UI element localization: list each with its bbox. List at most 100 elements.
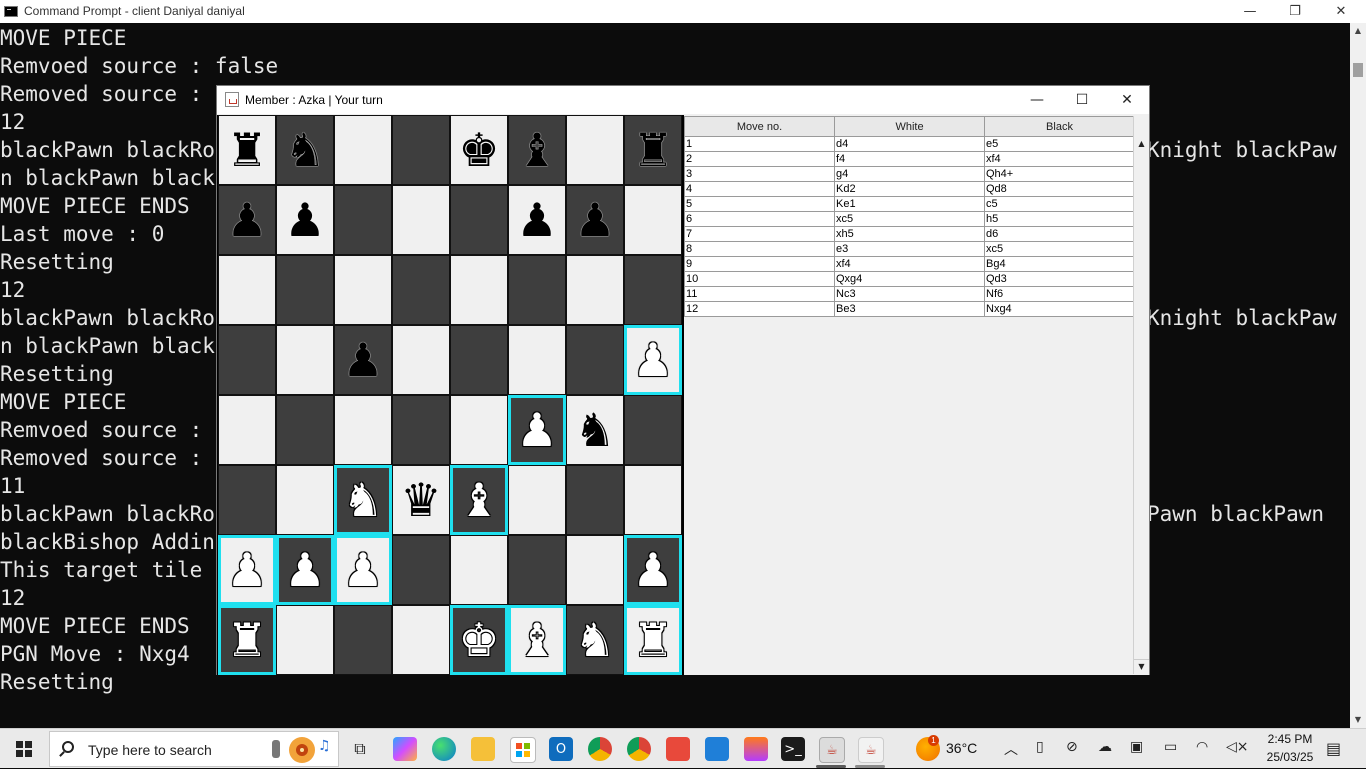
table-row[interactable]: 2 f4 xf4 <box>684 151 1135 167</box>
chess-piece-icon[interactable]: ♜ <box>226 127 267 173</box>
table-row[interactable]: 5 Ke1 c5 <box>684 196 1135 212</box>
board-square[interactable] <box>624 185 682 255</box>
chess-piece-icon[interactable]: ♟ <box>516 197 557 243</box>
board-square[interactable]: ♝ <box>508 115 566 185</box>
taskbar-search-box[interactable]: Type here to search ♫ <box>49 731 339 767</box>
black-move-cell[interactable]: xc5 <box>984 241 1135 257</box>
board-square[interactable]: ♟ <box>566 185 624 255</box>
red-app-icon[interactable] <box>666 737 690 761</box>
chess-piece-icon[interactable]: ♝ <box>516 127 557 173</box>
chrome-icon[interactable] <box>627 737 651 761</box>
chess-piece-icon[interactable]: ♟ <box>226 547 267 593</box>
board-square[interactable]: ♟ <box>218 185 276 255</box>
copilot-icon[interactable] <box>393 737 417 761</box>
white-move-cell[interactable]: xh5 <box>834 226 985 242</box>
chess-close-button[interactable]: ✕ <box>1104 86 1150 114</box>
move-number-cell[interactable]: 5 <box>684 196 835 212</box>
board-square[interactable] <box>392 185 450 255</box>
black-move-cell[interactable]: d6 <box>984 226 1135 242</box>
table-scroll-track[interactable] <box>1136 152 1146 652</box>
board-square[interactable]: ♞ <box>566 395 624 465</box>
board-square[interactable] <box>566 255 624 325</box>
board-square[interactable] <box>334 605 392 675</box>
chess-piece-icon[interactable]: ♟ <box>632 547 673 593</box>
white-move-cell[interactable]: Nc3 <box>834 286 985 302</box>
network-off-icon[interactable]: ⊘ <box>1066 739 1078 755</box>
board-square[interactable] <box>566 465 624 535</box>
board-square[interactable] <box>392 325 450 395</box>
move-number-cell[interactable]: 9 <box>684 256 835 272</box>
board-square[interactable]: ♟ <box>624 325 682 395</box>
device-icon[interactable]: ▯ <box>1036 739 1044 755</box>
board-square[interactable] <box>508 325 566 395</box>
board-square[interactable]: ♚ <box>450 115 508 185</box>
table-row[interactable]: 8 e3 xc5 <box>684 241 1135 257</box>
console-titlebar[interactable]: Command Prompt - client Daniyal daniyal … <box>0 0 1366 23</box>
chess-piece-icon[interactable]: ♟ <box>284 197 325 243</box>
chess-titlebar[interactable]: Member : Azka | Your turn — ☐ ✕ <box>217 86 1149 114</box>
table-scroll-down-icon[interactable]: ▼ <box>1134 659 1149 674</box>
board-square[interactable] <box>334 115 392 185</box>
scroll-up-arrow-icon[interactable]: ▲ <box>1350 23 1366 39</box>
board-square[interactable] <box>276 255 334 325</box>
white-move-cell[interactable]: Ke1 <box>834 196 985 212</box>
board-square[interactable] <box>450 395 508 465</box>
board-square[interactable] <box>450 535 508 605</box>
table-row[interactable]: 1 d4 e5 <box>684 136 1135 152</box>
board-square[interactable]: ♟ <box>508 395 566 465</box>
chess-piece-icon[interactable]: ♝ <box>458 477 499 523</box>
paint-icon[interactable] <box>744 737 768 761</box>
chess-maximize-button[interactable]: ☐ <box>1059 86 1105 114</box>
board-square[interactable] <box>218 325 276 395</box>
column-header-black[interactable]: Black <box>984 116 1135 137</box>
column-header-move-no[interactable]: Move no. <box>684 116 835 137</box>
move-number-cell[interactable]: 10 <box>684 271 835 287</box>
chess-piece-icon[interactable]: ♞ <box>574 617 615 663</box>
outlook-icon[interactable]: O <box>549 737 573 761</box>
board-square[interactable] <box>624 395 682 465</box>
black-move-cell[interactable]: c5 <box>984 196 1135 212</box>
chess-piece-icon[interactable]: ♜ <box>632 617 673 663</box>
white-move-cell[interactable]: Qxg4 <box>834 271 985 287</box>
board-square[interactable] <box>334 395 392 465</box>
black-move-cell[interactable]: xf4 <box>984 151 1135 167</box>
move-number-cell[interactable]: 4 <box>684 181 835 197</box>
board-square[interactable] <box>508 255 566 325</box>
chess-piece-icon[interactable]: ♟ <box>342 547 383 593</box>
board-square[interactable]: ♚ <box>450 605 508 675</box>
onedrive-cloud-icon[interactable]: ☁ <box>1098 739 1112 755</box>
board-square[interactable] <box>392 605 450 675</box>
volume-muted-icon[interactable]: ◁× <box>1226 739 1249 755</box>
table-row[interactable]: 7 xh5 d6 <box>684 226 1135 242</box>
board-square[interactable] <box>392 535 450 605</box>
board-square[interactable] <box>276 325 334 395</box>
white-move-cell[interactable]: Be3 <box>834 301 985 317</box>
chess-board[interactable]: ♜ ♞ ♚ ♝ ♜ ♟ ♟ ♟ ♟ ♟ ♟ ♟ ♞ ♞ ♛ ♝ ♟ ♟ ♟ ♟ ♜ ♚ ♝ ♞ ♜ <box>217 115 684 675</box>
table-row[interactable]: 3 g4 Qh4+ <box>684 166 1135 182</box>
console-scroll-thumb[interactable] <box>1353 63 1363 77</box>
terminal-icon[interactable]: >_ <box>781 737 805 761</box>
java-app-icon-2[interactable]: ☕ <box>858 737 884 763</box>
chess-piece-icon[interactable]: ♞ <box>342 477 383 523</box>
move-number-cell[interactable]: 3 <box>684 166 835 182</box>
clock-date[interactable]: 25/03/25 <box>1262 750 1318 764</box>
table-row[interactable]: 4 Kd2 Qd8 <box>684 181 1135 197</box>
microsoft-store-icon[interactable] <box>510 737 536 763</box>
board-square[interactable]: ♜ <box>218 115 276 185</box>
board-square[interactable]: ♟ <box>334 325 392 395</box>
scroll-down-arrow-icon[interactable]: ▼ <box>1350 712 1366 728</box>
weather-temperature[interactable]: 36°C <box>946 740 977 756</box>
board-square[interactable]: ♟ <box>276 535 334 605</box>
board-square[interactable] <box>218 255 276 325</box>
column-header-white[interactable]: White <box>834 116 985 137</box>
board-square[interactable]: ♝ <box>508 605 566 675</box>
move-number-cell[interactable]: 6 <box>684 211 835 227</box>
white-move-cell[interactable]: g4 <box>834 166 985 182</box>
board-square[interactable] <box>218 395 276 465</box>
white-move-cell[interactable]: f4 <box>834 151 985 167</box>
black-move-cell[interactable]: Nxg4 <box>984 301 1135 317</box>
board-square[interactable]: ♟ <box>624 535 682 605</box>
battery-icon[interactable]: ▭ <box>1164 739 1177 755</box>
board-square[interactable] <box>624 465 682 535</box>
chess-piece-icon[interactable]: ♞ <box>574 407 615 453</box>
